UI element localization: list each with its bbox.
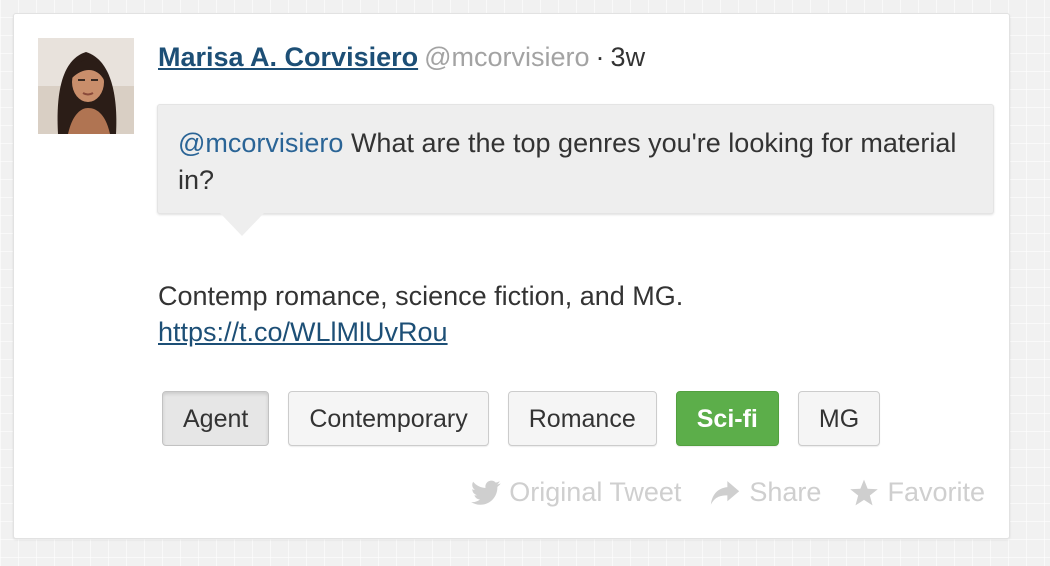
share-arrow-icon [709,480,741,506]
avatar-image [38,38,134,134]
question-mention[interactable]: @mcorvisiero [178,128,343,158]
tweet-card: Marisa A. Corvisiero @mcorvisiero · 3w @mco… [13,13,1010,539]
favorite-button[interactable]: Favorite [849,477,985,508]
tweet-actions: Original Tweet Share Favorite [471,477,985,508]
separator-dot: · [595,42,605,72]
share-button[interactable]: Share [709,477,821,508]
twitter-bird-icon [471,480,501,506]
share-label: Share [749,477,822,507]
tag-agent[interactable]: Agent [162,391,270,446]
tag-mg[interactable]: MG [797,391,881,446]
author-name-link[interactable]: Marisa A. Corvisiero [158,42,418,72]
tweet-header: Marisa A. Corvisiero @mcorvisiero · 3w [158,40,645,74]
original-tweet-button[interactable]: Original Tweet [471,477,681,508]
answer-text-block: Contemp romance, science fiction, and MG… [158,278,958,350]
tag-list: Agent Contemporary Romance Sci-fi MG [162,391,881,446]
tag-contemporary[interactable]: Contemporary [288,391,489,446]
tag-romance[interactable]: Romance [507,391,657,446]
star-icon [849,479,879,507]
tweet-age: 3w [610,42,646,72]
original-tweet-label: Original Tweet [509,477,682,507]
answer-text: Contemp romance, science fiction, and MG… [158,281,684,311]
answer-link[interactable]: https://t.co/WLlMlUvRou [158,317,448,347]
bubble-pointer [220,213,264,236]
question-bubble: @mcorvisiero What are the top genres you… [157,104,994,236]
tag-sci-fi[interactable]: Sci-fi [675,391,779,446]
favorite-label: Favorite [887,477,985,507]
avatar[interactable] [38,38,134,134]
author-handle: @mcorvisiero [424,42,590,72]
